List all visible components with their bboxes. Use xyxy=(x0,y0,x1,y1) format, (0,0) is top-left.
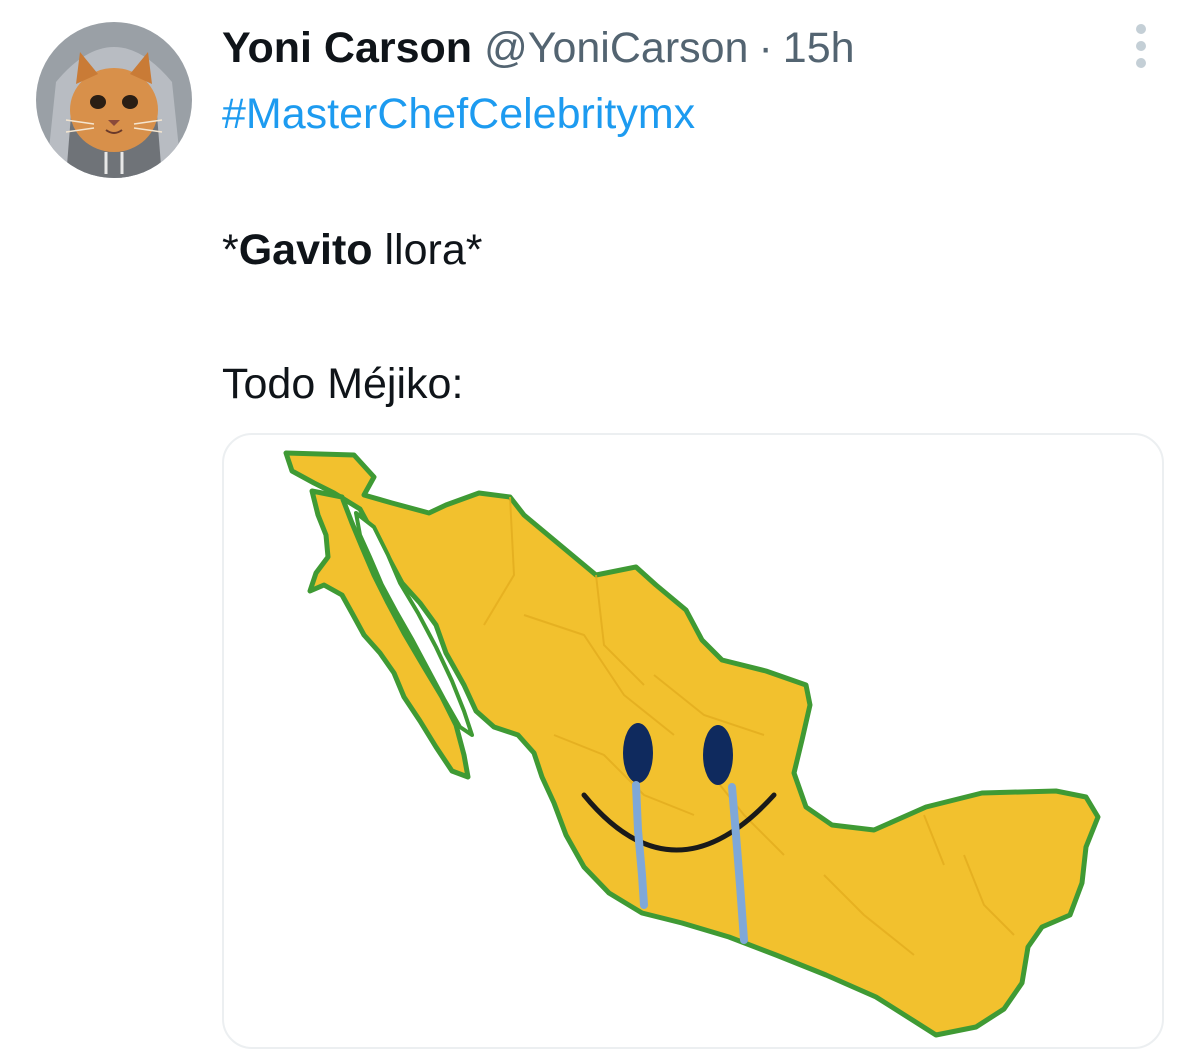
tweet-media[interactable] xyxy=(222,433,1164,1049)
tweet-header: Yoni Carson @YoniCarson · 15h xyxy=(222,20,855,76)
hashtag-link[interactable]: #MasterChefCelebritymx xyxy=(222,86,695,142)
tweet-time[interactable]: 15h xyxy=(783,20,855,76)
right-eye xyxy=(703,725,733,785)
mexico-mainland xyxy=(283,450,1101,1038)
user-handle[interactable]: @YoniCarson xyxy=(484,20,748,76)
separator-dot: · xyxy=(758,24,773,72)
tweet-text-line-1: *Gavito llora* xyxy=(222,222,482,278)
text-suffix: llora* xyxy=(372,226,483,274)
more-dot xyxy=(1136,58,1146,68)
tweet-text-line-2: Todo Méjiko: xyxy=(222,360,464,408)
more-vertical-icon[interactable] xyxy=(1126,24,1156,68)
display-name[interactable]: Yoni Carson xyxy=(222,20,472,76)
text-bold-name: Gavito xyxy=(238,226,373,274)
left-eye xyxy=(623,723,653,783)
avatar[interactable] xyxy=(36,22,192,178)
more-dot xyxy=(1136,41,1146,51)
cat-avatar-icon xyxy=(36,22,192,178)
mexico-map-image xyxy=(283,450,1101,1038)
more-dot xyxy=(1136,24,1146,34)
text-prefix: * xyxy=(222,226,239,274)
